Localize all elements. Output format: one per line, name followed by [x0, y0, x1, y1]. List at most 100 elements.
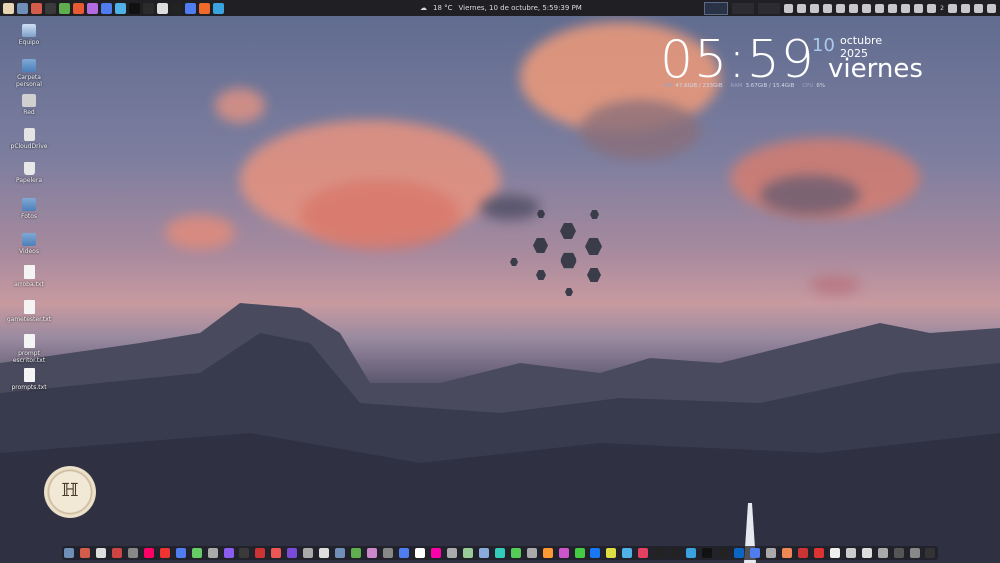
send-icon[interactable]	[901, 3, 911, 13]
dock-app-icon[interactable]	[223, 548, 234, 558]
dock-app-icon[interactable]	[718, 548, 729, 558]
dock-app-icon[interactable]	[191, 548, 202, 558]
dock-app-icon[interactable]	[893, 548, 904, 558]
workspace-1[interactable]	[704, 1, 729, 15]
dock-app-icon[interactable]	[797, 548, 808, 558]
bluetooth-icon[interactable]	[862, 3, 872, 13]
dock-app-icon[interactable]	[159, 548, 170, 558]
dock-app-icon[interactable]	[462, 548, 473, 558]
dock-app-icon[interactable]	[127, 548, 138, 558]
dock-app-icon[interactable]	[79, 548, 90, 558]
desktop-icon-pclouddrive[interactable]: pCloudDrive	[4, 128, 54, 150]
dock-app-icon[interactable]	[909, 548, 920, 558]
circle-c-icon[interactable]	[129, 2, 140, 14]
power-icon[interactable]	[987, 3, 996, 13]
dock-app-icon[interactable]	[670, 548, 681, 558]
dock-app-icon[interactable]	[510, 548, 521, 558]
car-icon[interactable]	[784, 3, 794, 13]
c-logo-icon[interactable]	[171, 2, 182, 14]
p-app-icon[interactable]	[185, 2, 196, 14]
desktop-icon-prompt-escritor[interactable]: prompt escritor.txt	[4, 334, 54, 364]
plant-icon[interactable]	[59, 2, 70, 14]
dock-app-icon[interactable]	[239, 548, 250, 558]
dock-app-icon[interactable]	[590, 548, 601, 558]
microphone-icon[interactable]	[974, 3, 983, 13]
dock-app-icon[interactable]	[255, 548, 266, 558]
telegram-icon[interactable]	[213, 2, 224, 14]
dock-app-icon[interactable]	[207, 548, 218, 558]
trash-icon[interactable]	[797, 3, 807, 13]
cloud-rain-icon[interactable]: ☁	[420, 4, 427, 12]
cloud-icon[interactable]	[836, 3, 846, 13]
dock-app-icon[interactable]	[414, 548, 425, 558]
desktop-icon-gametester[interactable]: gametester.txt	[4, 300, 54, 323]
keyboard-icon[interactable]	[914, 3, 924, 13]
dock-app-icon[interactable]	[606, 548, 617, 558]
tool-icon[interactable]	[73, 2, 84, 14]
dock-app-icon[interactable]	[749, 548, 760, 558]
triangle-icon[interactable]	[157, 2, 168, 14]
wifi-icon[interactable]	[823, 3, 833, 13]
desktop-icon-prompts[interactable]: prompts.txt	[4, 368, 54, 391]
dock-app-icon[interactable]	[813, 548, 824, 558]
dock-app-icon[interactable]	[494, 548, 505, 558]
workspace-2[interactable]	[732, 2, 755, 14]
dock-app-icon[interactable]	[638, 548, 649, 558]
files-icon[interactable]	[17, 2, 28, 14]
desktop-icon-carpeta-personal[interactable]: Carpeta personal	[4, 59, 54, 88]
workspace-3[interactable]	[758, 2, 781, 14]
ring-icon[interactable]	[115, 2, 126, 14]
dock-app-icon[interactable]	[303, 548, 314, 558]
dock-app-icon[interactable]	[111, 548, 122, 558]
dock-app-icon[interactable]	[734, 548, 745, 558]
dock-app-icon[interactable]	[845, 548, 856, 558]
desktop-icon-fotos[interactable]: Fotos	[4, 198, 54, 220]
desktop-icon-videos[interactable]: Videos	[4, 233, 54, 255]
dock-app-icon[interactable]	[143, 548, 154, 558]
screenshot-icon[interactable]	[31, 2, 42, 14]
dock-app-icon[interactable]	[446, 548, 457, 558]
person-icon[interactable]	[927, 3, 937, 13]
dock-app-icon[interactable]	[95, 548, 106, 558]
openai-icon[interactable]	[143, 2, 154, 14]
dock-app-icon[interactable]	[271, 548, 282, 558]
temperature[interactable]: 18 °C	[433, 4, 453, 12]
dock-app-icon[interactable]	[622, 548, 633, 558]
desktop-icon-red[interactable]: Red	[4, 94, 54, 116]
dock-app-icon[interactable]	[526, 548, 537, 558]
dock-app-icon[interactable]	[925, 548, 936, 558]
panel-datetime[interactable]: Viernes, 10 de octubre, 5:59:39 PM	[459, 4, 582, 12]
dock-app-icon[interactable]	[829, 548, 840, 558]
dock-app-icon[interactable]	[574, 548, 585, 558]
dock-app-icon[interactable]	[861, 548, 872, 558]
dock-app-icon[interactable]	[702, 548, 713, 558]
dock-app-icon[interactable]	[64, 548, 74, 558]
printer-icon[interactable]	[948, 3, 957, 13]
dock-app-icon[interactable]	[367, 548, 378, 558]
desktop-icon-equipo[interactable]: Equipo	[4, 24, 54, 46]
avatar-icon[interactable]	[3, 2, 14, 14]
shield-icon[interactable]	[875, 3, 885, 13]
dock-app-icon[interactable]	[335, 548, 346, 558]
cloud-sync-icon[interactable]	[849, 3, 859, 13]
dock-app-icon[interactable]	[175, 548, 186, 558]
dock-app-icon[interactable]	[430, 548, 441, 558]
desktop-icon-arroba[interactable]: arroba.txt	[4, 265, 54, 288]
terminal-icon[interactable]	[45, 2, 56, 14]
dock-app-icon[interactable]	[287, 548, 298, 558]
heart-icon[interactable]	[888, 3, 898, 13]
dock-app-icon[interactable]	[654, 548, 665, 558]
desktop-icon-papelera[interactable]: Papelera	[4, 162, 54, 184]
orange-app-icon[interactable]	[199, 2, 210, 14]
dock-app-icon[interactable]	[686, 548, 697, 558]
dock-app-icon[interactable]	[383, 548, 394, 558]
dock-app-icon[interactable]	[478, 548, 489, 558]
dock-app-icon[interactable]	[558, 548, 569, 558]
dock-app-icon[interactable]	[765, 548, 776, 558]
ai-star-icon[interactable]	[101, 2, 112, 14]
dock-app-icon[interactable]	[877, 548, 888, 558]
dock-app-icon[interactable]	[319, 548, 330, 558]
volume-icon[interactable]	[961, 3, 970, 13]
dock-app-icon[interactable]	[399, 548, 410, 558]
dock-app-icon[interactable]	[781, 548, 792, 558]
